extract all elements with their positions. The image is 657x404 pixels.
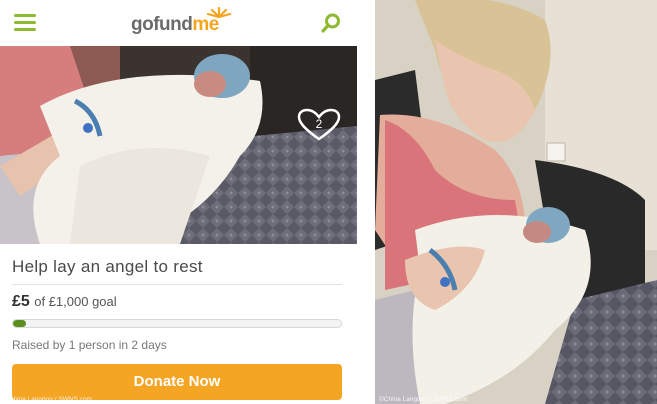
- mother-holding-baby-photo: [375, 0, 657, 404]
- amount-raised: £5 of £1,000 goal: [12, 293, 117, 311]
- campaign-photo-image: [0, 46, 357, 244]
- gofundme-logo[interactable]: gofundme: [131, 14, 219, 36]
- favorite-heart-button[interactable]: 2: [296, 108, 342, 142]
- menu-bar: [14, 28, 36, 31]
- search-icon[interactable]: [320, 12, 342, 34]
- menu-bar: [14, 14, 36, 17]
- goal-text: of £1,000 goal: [34, 294, 117, 309]
- photo-credit: ©China Langdon / SWNS.com: [4, 396, 92, 403]
- campaign-title: Help lay an angel to rest: [12, 257, 203, 276]
- raised-amount: £5: [12, 293, 30, 310]
- heart-count: 2: [315, 117, 323, 131]
- hamburger-menu-icon[interactable]: [14, 14, 36, 31]
- logo-text-gofund: gofund: [131, 14, 193, 35]
- logo-text-me: me: [192, 14, 219, 35]
- donate-now-button[interactable]: Donate Now: [12, 364, 342, 400]
- mother-photo-image: [375, 0, 657, 404]
- divider: [12, 284, 342, 285]
- image-separator: [357, 0, 375, 404]
- menu-bar: [14, 21, 36, 24]
- gofundme-mobile-screenshot: gofundme 2 Help lay an angel to rest £5 …: [0, 0, 357, 404]
- photo-credit: ©China Langdon / SWNS.com: [379, 396, 467, 403]
- raised-by-text: Raised by 1 person in 2 days: [12, 338, 167, 352]
- campaign-photo[interactable]: 2: [0, 46, 357, 244]
- progress-fill: [13, 320, 27, 327]
- funding-progress-bar: [12, 319, 342, 328]
- top-navigation-bar: gofundme: [0, 0, 357, 46]
